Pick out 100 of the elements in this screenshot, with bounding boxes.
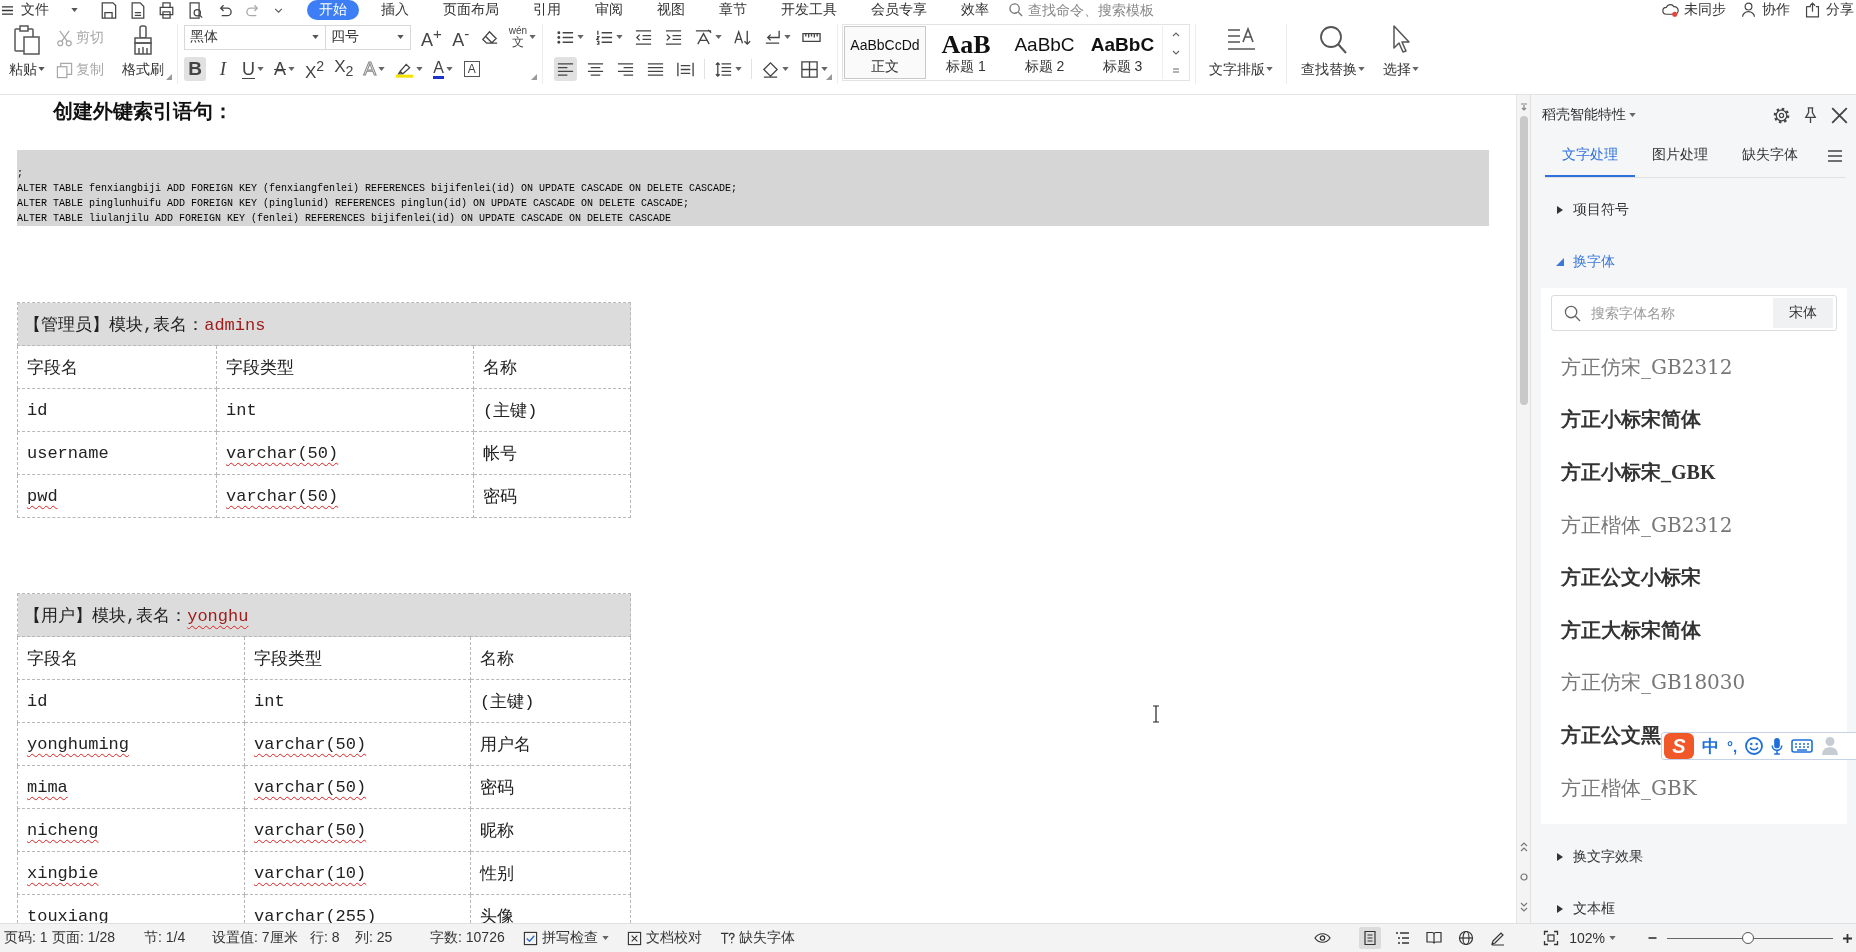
italic-button[interactable]: I <box>212 57 234 81</box>
ribbon-tab[interactable]: 视图 <box>645 0 697 20</box>
share-button[interactable]: 分享 <box>1804 0 1854 20</box>
spell-check-button[interactable]: 拼写检查 <box>523 929 609 947</box>
zoom-in-icon[interactable] <box>1843 933 1852 943</box>
section-toggle[interactable]: 换字体 <box>1531 236 1856 288</box>
keyboard-icon[interactable] <box>1791 739 1814 753</box>
print-icon[interactable] <box>158 1 175 19</box>
font-name-dropdown[interactable]: 黑体 <box>184 24 326 50</box>
previous-page-icon[interactable] <box>1519 842 1528 852</box>
select-button[interactable]: 选择 <box>1379 24 1423 82</box>
text-cursor-icon <box>1152 705 1160 723</box>
menu-icon[interactable] <box>1 4 14 16</box>
dialog-launcher-icon[interactable] <box>826 74 832 80</box>
underline-button[interactable]: U <box>240 57 266 81</box>
style-option[interactable]: AaBbC 标题 3 <box>1083 26 1162 79</box>
panel-tab[interactable]: 文字处理 <box>1545 135 1635 177</box>
section-toggle[interactable]: 换文字效果 <box>1531 831 1856 884</box>
superscript-button[interactable]: X$^{2}$ <box>303 57 327 81</box>
table-cell: (主键) <box>473 388 631 432</box>
preview-icon[interactable] <box>187 1 204 19</box>
font-option[interactable]: 方正仿宋_GB18030 <box>1551 656 1837 710</box>
microphone-icon[interactable] <box>1771 737 1784 755</box>
paste-button[interactable]: 粘贴 <box>6 24 48 82</box>
table-cell: varchar(50) <box>216 474 474 518</box>
grow-font-button[interactable]: A$^{+}$ <box>419 25 444 49</box>
vertical-scrollbar[interactable] <box>1516 95 1530 923</box>
dialog-launcher-icon[interactable] <box>166 74 172 80</box>
command-search-field[interactable]: 查找命令、搜索模板 <box>1028 0 1178 20</box>
ribbon-tab[interactable]: 开发工具 <box>769 0 849 20</box>
sync-status-button[interactable]: 未同步 <box>1662 0 1726 20</box>
panel-tab[interactable]: 缺失字体 <box>1725 135 1815 177</box>
proofread-button[interactable]: 文档校对 <box>627 929 702 947</box>
font-option[interactable]: 方正公文小标宋 <box>1551 551 1837 604</box>
font-color-button[interactable]: A <box>431 57 455 81</box>
ribbon-tab[interactable]: 页面布局 <box>431 0 511 20</box>
save-icon[interactable] <box>100 1 117 19</box>
settings-icon[interactable] <box>1773 106 1790 124</box>
font-option[interactable]: 方正小标宋_GBK <box>1551 446 1837 499</box>
smiley-icon[interactable] <box>1745 737 1764 755</box>
next-page-icon[interactable] <box>1519 902 1528 912</box>
ribbon-tab[interactable]: 审阅 <box>583 0 635 20</box>
code-line: ALTER TABLE liulanjilu ADD FOREIGN KEY (fenlei) REFERENCES bijifenlei(id) ON UPDATE CASCADE ON DELETE CASCADE <box>17 212 672 226</box>
scrollbar-thumb[interactable] <box>1519 116 1528 405</box>
caret-icon[interactable] <box>274 7 283 13</box>
panel-tab[interactable]: 图片处理 <box>1635 135 1725 177</box>
current-font-button[interactable]: 宋体 <box>1773 298 1833 328</box>
eye-icon[interactable] <box>1314 932 1332 944</box>
find-replace-button[interactable]: 查找替换 <box>1297 24 1369 82</box>
scroll-up-icon[interactable] <box>1171 32 1180 38</box>
character-border-button[interactable]: A <box>460 57 483 81</box>
punctuation-toggle[interactable]: °, <box>1727 737 1738 755</box>
input-mode-toggle[interactable]: 中 <box>1702 734 1719 758</box>
export-icon[interactable] <box>129 1 146 19</box>
shrink-font-button[interactable]: A$^{-}$ <box>449 25 472 49</box>
bold-button[interactable]: B <box>184 57 206 81</box>
ribbon-tab[interactable]: 插入 <box>369 0 421 20</box>
font-option[interactable]: 方正小标宋简体 <box>1551 393 1837 447</box>
subscript-button[interactable]: X$_{2}$ <box>332 57 356 81</box>
font-option[interactable]: 方正仿宋_GB2312 <box>1551 341 1837 394</box>
collaborate-button[interactable]: 协作 <box>1740 0 1790 20</box>
ribbon-tab[interactable]: 效率 <box>949 0 1001 20</box>
caret-icon <box>821 67 828 71</box>
pin-icon[interactable] <box>1802 106 1819 124</box>
panel-title-dropdown[interactable]: 稻壳智能特性 <box>1542 106 1636 124</box>
caret-icon <box>445 67 453 71</box>
caret-icon <box>312 35 319 39</box>
dialog-launcher-icon[interactable] <box>531 74 537 80</box>
scroll-down-icon[interactable] <box>1171 50 1180 55</box>
font-option[interactable]: 方正楷体_GB2312 <box>1551 498 1837 552</box>
zoom-slider-thumb[interactable] <box>1742 932 1755 944</box>
style-option[interactable]: AaBbC 标题 2 <box>1006 26 1083 79</box>
ribbon-tab[interactable]: 会员专享 <box>859 0 939 20</box>
ribbon-tab[interactable]: 引用 <box>521 0 573 20</box>
fit-page-icon[interactable] <box>1543 930 1560 946</box>
align-left-button[interactable] <box>554 57 577 81</box>
style-option[interactable]: AaBbCcDd 正文 <box>844 26 926 79</box>
format-painter-button[interactable]: 格式刷 <box>119 24 167 82</box>
line-spacing-icon <box>714 59 733 79</box>
missing-fonts-button[interactable]: 缺失字体 <box>720 929 795 947</box>
clipboard-icon <box>12 24 42 56</box>
split-handle-icon[interactable] <box>1519 103 1528 111</box>
strikethrough-button[interactable]: A <box>272 57 297 81</box>
file-menu[interactable]: 文件 <box>21 0 78 20</box>
page-view-button[interactable] <box>1359 927 1382 949</box>
ribbon-tab[interactable]: 章节 <box>707 0 759 20</box>
zoom-level-dropdown[interactable]: 102% <box>1569 930 1616 946</box>
style-option[interactable]: AaB 标题 1 <box>926 26 1006 79</box>
font-option[interactable]: 方正大标宋简体 <box>1551 603 1837 657</box>
text-layout-button[interactable]: 文字排版 <box>1207 24 1275 82</box>
section-toggle[interactable]: 项目符号 <box>1531 184 1856 236</box>
font-option[interactable]: 方正楷体_GBK <box>1551 761 1837 815</box>
font-size-dropdown[interactable]: 四号 <box>325 24 411 50</box>
ribbon-tab[interactable]: 开始 <box>307 0 359 20</box>
table-cell: varchar(50) <box>244 722 471 766</box>
font-search-field[interactable]: 搜索字体名称 宋体 <box>1551 295 1837 331</box>
phonetic-guide-button[interactable]: wén 文 <box>506 25 539 49</box>
caret-icon <box>416 67 424 71</box>
close-icon[interactable] <box>1831 106 1848 124</box>
browse-object-icon[interactable] <box>1519 872 1528 882</box>
